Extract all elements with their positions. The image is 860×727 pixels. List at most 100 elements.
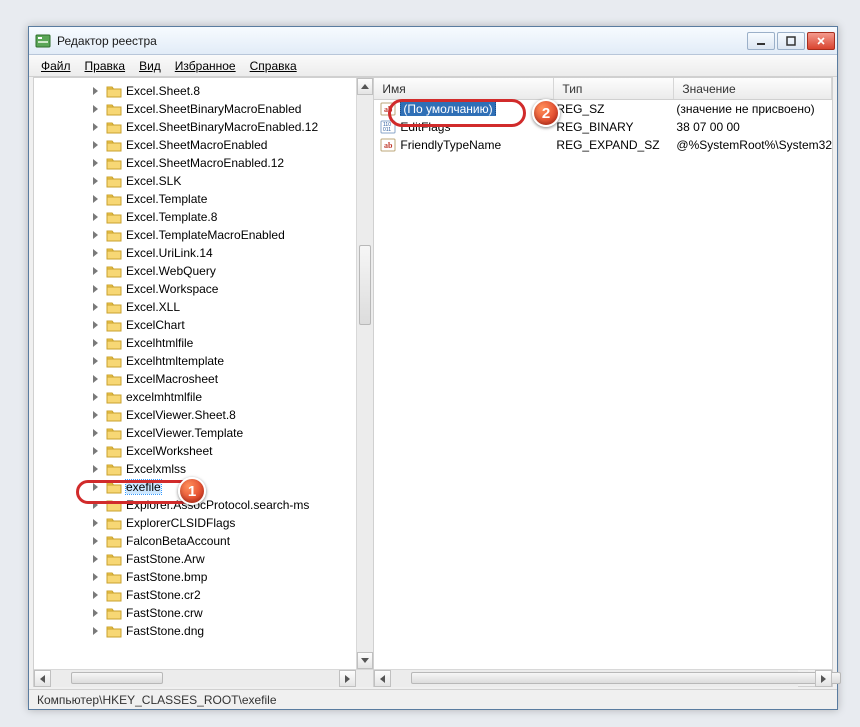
- expand-icon[interactable]: [90, 571, 101, 582]
- expand-icon[interactable]: [90, 265, 101, 276]
- value-row[interactable]: ab(По умолчанию)REG_SZ(значение не присв…: [374, 100, 832, 118]
- tree-item[interactable]: exefile: [34, 478, 373, 496]
- scroll-right-button[interactable]: [339, 670, 356, 687]
- expand-icon[interactable]: [90, 517, 101, 528]
- menu-help[interactable]: Справка: [244, 57, 303, 75]
- tree-item[interactable]: Excel.Template: [34, 190, 373, 208]
- expand-icon[interactable]: [90, 229, 101, 240]
- expand-icon[interactable]: [90, 247, 101, 258]
- tree-item[interactable]: Explorer.AssocProtocol.search-ms: [34, 496, 373, 514]
- expand-icon[interactable]: [90, 193, 101, 204]
- tree-item-label: Excel.XLL: [126, 300, 180, 314]
- expand-icon[interactable]: [90, 589, 101, 600]
- tree-item[interactable]: Excel.XLL: [34, 298, 373, 316]
- menu-edit[interactable]: Правка: [79, 57, 132, 75]
- expand-icon[interactable]: [90, 319, 101, 330]
- values-list[interactable]: ab(По умолчанию)REG_SZ(значение не присв…: [374, 100, 832, 686]
- expand-icon[interactable]: [90, 391, 101, 402]
- svg-text:ab: ab: [384, 141, 393, 150]
- menu-file[interactable]: Файл: [35, 57, 77, 75]
- expand-icon[interactable]: [90, 373, 101, 384]
- expand-icon[interactable]: [90, 211, 101, 222]
- hscroll-thumb[interactable]: [71, 672, 163, 684]
- tree-item[interactable]: FastStone.crw: [34, 604, 373, 622]
- tree-horizontal-scrollbar[interactable]: [34, 669, 373, 686]
- list-horizontal-scrollbar[interactable]: [374, 669, 832, 686]
- tree-item[interactable]: Excelhtmltemplate: [34, 352, 373, 370]
- titlebar[interactable]: Редактор реестра: [29, 27, 837, 55]
- tree-item[interactable]: Excel.UriLink.14: [34, 244, 373, 262]
- expand-icon[interactable]: [90, 337, 101, 348]
- value-row[interactable]: 110011EditFlagsREG_BINARY38 07 00 00: [374, 118, 832, 136]
- tree-item[interactable]: ExcelMacrosheet: [34, 370, 373, 388]
- scroll-left-button[interactable]: [374, 670, 391, 687]
- tree-item[interactable]: FastStone.cr2: [34, 586, 373, 604]
- expand-icon[interactable]: [90, 139, 101, 150]
- expand-icon[interactable]: [90, 355, 101, 366]
- expand-icon[interactable]: [90, 427, 101, 438]
- tree-item[interactable]: ExplorerCLSIDFlags: [34, 514, 373, 532]
- menu-favorites[interactable]: Избранное: [169, 57, 242, 75]
- column-value[interactable]: Значение: [674, 78, 832, 99]
- tree-item[interactable]: FastStone.Arw: [34, 550, 373, 568]
- tree-item-label: FastStone.cr2: [126, 588, 201, 602]
- expand-icon[interactable]: [90, 625, 101, 636]
- expand-icon[interactable]: [90, 445, 101, 456]
- expand-icon[interactable]: [90, 175, 101, 186]
- tree-item[interactable]: Excelxmlss: [34, 460, 373, 478]
- expand-icon[interactable]: [90, 409, 101, 420]
- tree-item[interactable]: FalconBetaAccount: [34, 532, 373, 550]
- expand-icon[interactable]: [90, 85, 101, 96]
- expand-icon[interactable]: [90, 499, 101, 510]
- hscroll-track[interactable]: [391, 670, 798, 687]
- tree-item[interactable]: Excel.SheetBinaryMacroEnabled.12: [34, 118, 373, 136]
- tree-item[interactable]: Excel.TemplateMacroEnabled: [34, 226, 373, 244]
- folder-icon: [106, 228, 122, 242]
- tree-vertical-scrollbar[interactable]: [356, 78, 373, 669]
- tree-item[interactable]: ExcelViewer.Sheet.8: [34, 406, 373, 424]
- tree-item[interactable]: Excel.SheetBinaryMacroEnabled: [34, 100, 373, 118]
- scroll-down-button[interactable]: [357, 652, 373, 669]
- tree-item[interactable]: Excel.SheetMacroEnabled: [34, 136, 373, 154]
- tree-item[interactable]: excelmhtmlfile: [34, 388, 373, 406]
- registry-tree[interactable]: Excel.Sheet.8Excel.SheetBinaryMacroEnabl…: [34, 78, 373, 640]
- expand-icon[interactable]: [90, 157, 101, 168]
- tree-item[interactable]: Excelhtmlfile: [34, 334, 373, 352]
- expand-icon[interactable]: [90, 301, 101, 312]
- tree-item[interactable]: Excel.Workspace: [34, 280, 373, 298]
- minimize-button[interactable]: [747, 32, 775, 50]
- folder-icon: [106, 534, 122, 548]
- scroll-track[interactable]: [357, 95, 373, 652]
- tree-item[interactable]: Excel.SLK: [34, 172, 373, 190]
- close-button[interactable]: [807, 32, 835, 50]
- column-type[interactable]: Тип: [554, 78, 674, 99]
- scroll-left-button[interactable]: [34, 670, 51, 687]
- hscroll-thumb[interactable]: [411, 672, 841, 684]
- tree-item[interactable]: FastStone.dng: [34, 622, 373, 640]
- tree-pane: Excel.Sheet.8Excel.SheetBinaryMacroEnabl…: [34, 78, 374, 686]
- expand-icon[interactable]: [90, 553, 101, 564]
- tree-item[interactable]: Excel.WebQuery: [34, 262, 373, 280]
- expand-icon[interactable]: [90, 103, 101, 114]
- column-name[interactable]: Имя: [374, 78, 554, 99]
- tree-item[interactable]: ExcelViewer.Template: [34, 424, 373, 442]
- tree-item[interactable]: FastStone.bmp: [34, 568, 373, 586]
- scroll-right-button[interactable]: [815, 670, 832, 687]
- tree-item[interactable]: Excel.SheetMacroEnabled.12: [34, 154, 373, 172]
- expand-icon[interactable]: [90, 121, 101, 132]
- scroll-up-button[interactable]: [357, 78, 373, 95]
- expand-icon[interactable]: [90, 535, 101, 546]
- tree-item[interactable]: Excel.Template.8: [34, 208, 373, 226]
- scroll-thumb[interactable]: [359, 245, 371, 325]
- expand-icon[interactable]: [90, 481, 101, 492]
- maximize-button[interactable]: [777, 32, 805, 50]
- tree-item[interactable]: ExcelWorksheet: [34, 442, 373, 460]
- menu-view[interactable]: Вид: [133, 57, 167, 75]
- hscroll-track[interactable]: [51, 670, 339, 687]
- tree-item[interactable]: Excel.Sheet.8: [34, 82, 373, 100]
- expand-icon[interactable]: [90, 607, 101, 618]
- tree-item[interactable]: ExcelChart: [34, 316, 373, 334]
- expand-icon[interactable]: [90, 283, 101, 294]
- expand-icon[interactable]: [90, 463, 101, 474]
- value-row[interactable]: abFriendlyTypeNameREG_EXPAND_SZ@%SystemR…: [374, 136, 832, 154]
